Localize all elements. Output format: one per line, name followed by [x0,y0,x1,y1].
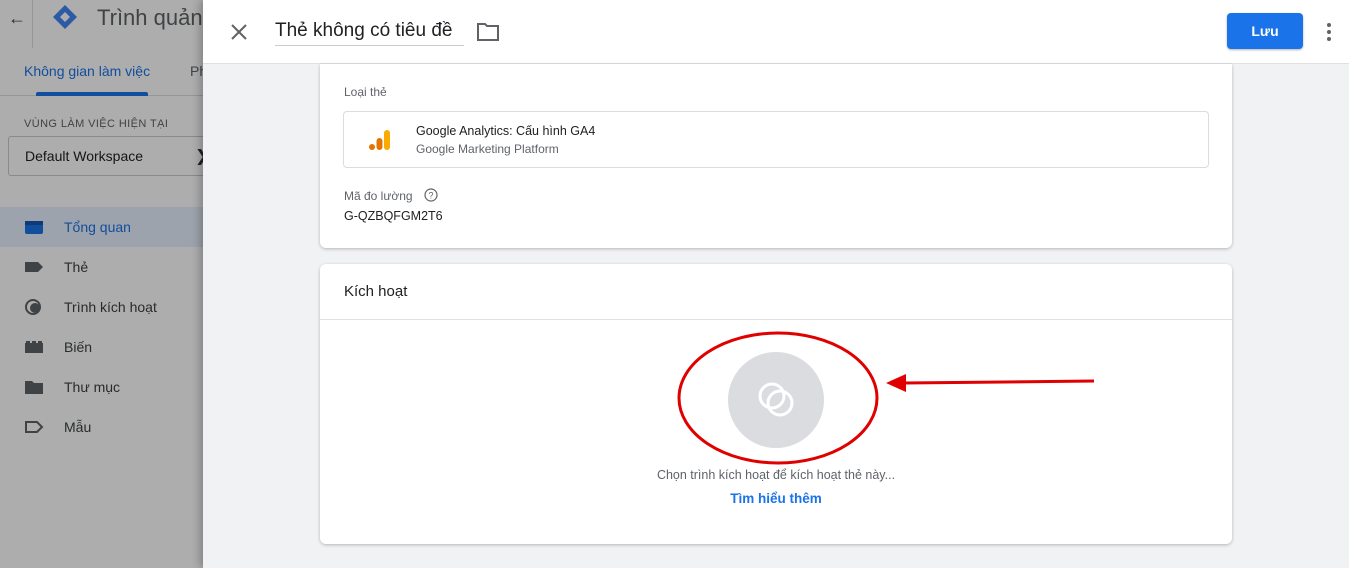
close-icon[interactable] [227,20,251,44]
trigger-icon [758,382,794,417]
folder-icon[interactable] [476,21,500,43]
measurement-id-value: G-QZBQFGM2T6 [344,209,443,223]
tag-editor-panel: Thẻ không có tiêu đề Lưu Loại thẻ Google… [203,0,1349,568]
help-icon[interactable]: ? [424,188,438,202]
triggering-card: Kích hoạt Chọn trình kích hoạt để kích h… [320,264,1232,544]
learn-more-link[interactable]: Tìm hiểu thêm [320,491,1232,506]
google-analytics-icon [369,130,390,150]
tag-type-selector[interactable]: Google Analytics: Cấu hình GA4 Google Ma… [343,111,1209,168]
tag-configuration-card: Loại thẻ Google Analytics: Cấu hình GA4 … [320,64,1232,248]
tag-type-name: Google Analytics: Cấu hình GA4 [416,124,596,138]
svg-text:?: ? [428,191,433,201]
tag-type-provider: Google Marketing Platform [416,142,559,156]
card-divider [320,319,1232,320]
more-vert-icon[interactable] [1321,20,1337,44]
triggering-title: Kích hoạt [344,283,408,300]
tag-title-input[interactable]: Thẻ không có tiêu đề [275,20,464,46]
panel-header: Thẻ không có tiêu đề Lưu [203,0,1349,64]
save-button[interactable]: Lưu [1227,13,1303,49]
measurement-id-label: Mã đo lường [344,189,413,203]
tag-type-label: Loại thẻ [344,85,387,99]
add-trigger-button[interactable] [728,352,824,448]
trigger-hint-text: Chọn trình kích hoạt để kích hoạt thẻ nà… [656,468,896,482]
